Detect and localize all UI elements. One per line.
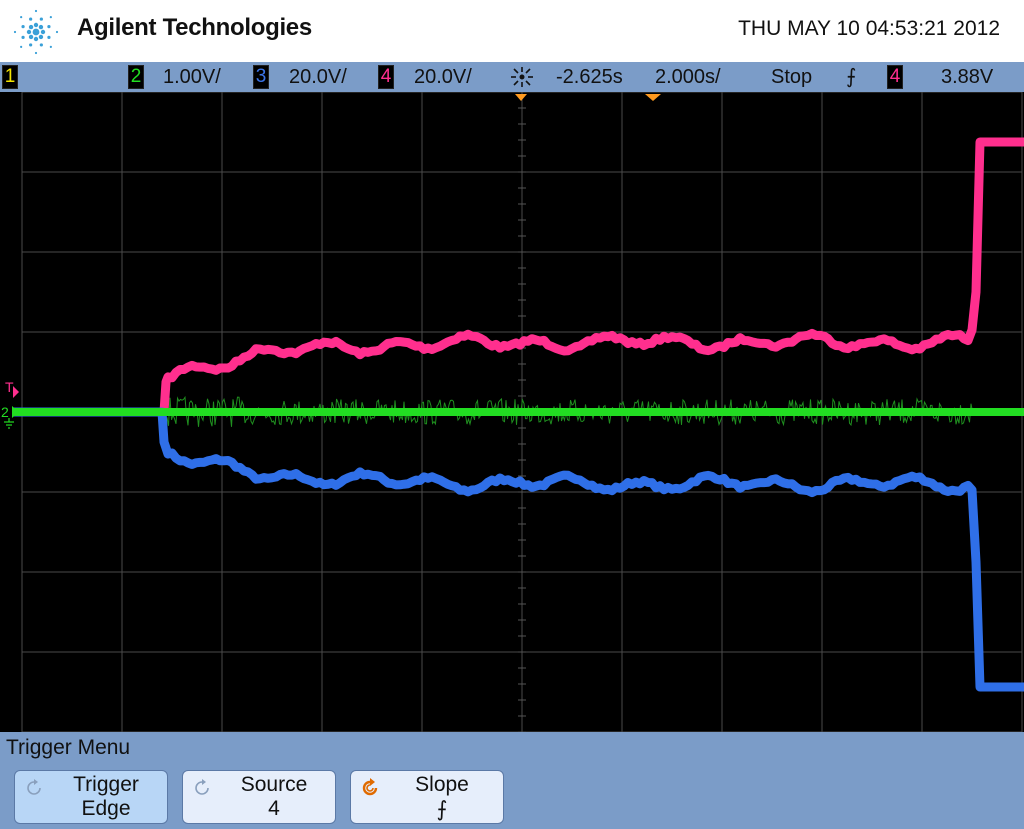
time-reference-marker[interactable] [645, 94, 661, 101]
trigger-source-softkey[interactable]: Source 4 [182, 770, 336, 824]
trigger-slope-softkey[interactable]: Slope ⨍ [350, 770, 504, 824]
channel-4-trace [12, 137, 1024, 417]
agilent-spark-logo [13, 9, 59, 55]
softkey-value: Edge [81, 797, 131, 820]
brand-name: Agilent Technologies [77, 14, 312, 41]
rotate-knob-icon [27, 779, 41, 795]
trigger-source-indicator[interactable]: 4 [887, 65, 903, 89]
header-bar: Agilent Technologies THU MAY 10 04:53:21… [0, 0, 1024, 62]
softkey-label: Source [240, 773, 308, 796]
softkey-value: 4 [268, 797, 280, 820]
rotate-knob-icon [195, 779, 209, 795]
channel-3-indicator[interactable]: 3 [253, 65, 269, 89]
channel-4-indicator[interactable]: 4 [378, 65, 394, 89]
channel-3-trace [12, 407, 1024, 692]
softkey-menu: Trigger Menu Trigger Edge Source 4 Slope… [0, 732, 1024, 829]
softkey-label: Trigger [73, 773, 139, 796]
channel-4-scale: 20.0V/ [414, 66, 472, 88]
channel-2-scale: 1.00V/ [163, 66, 221, 88]
trigger-level-arrow [13, 386, 19, 398]
channel-3-scale: 20.0V/ [289, 66, 347, 88]
channel-1-indicator[interactable]: 1 [2, 65, 18, 89]
trigger-level: 3.88V [941, 66, 994, 88]
channel-2-ground-marker[interactable]: 2 [1, 404, 9, 420]
time-delay: -2.625s [556, 66, 623, 88]
trigger-slope-icon: ⨍ [846, 66, 857, 88]
softkey-label: Slope [415, 773, 469, 796]
time-scale: 2.000s/ [655, 66, 721, 88]
channel-2-indicator[interactable]: 2 [128, 65, 144, 89]
waveform-canvas: T 2 [1, 92, 1024, 732]
softkey-value: ⨍ [436, 798, 448, 821]
rotate-knob-active-icon [362, 778, 378, 796]
trigger-level-marker[interactable]: T [5, 379, 14, 395]
menu-title: Trigger Menu [6, 736, 131, 759]
time-base-icon [511, 67, 533, 87]
status-bar: 1 2 1.00V/ 3 20.0V/ 4 20.0V/ -2.625s 2.0… [0, 62, 1024, 92]
date-time: THU MAY 10 04:53:21 2012 [738, 17, 1000, 40]
run-state: Stop [771, 66, 813, 88]
trigger-position-marker[interactable] [515, 94, 527, 101]
waveform-display[interactable]: T 2 [0, 92, 1024, 732]
trigger-type-softkey[interactable]: Trigger Edge [14, 770, 168, 824]
